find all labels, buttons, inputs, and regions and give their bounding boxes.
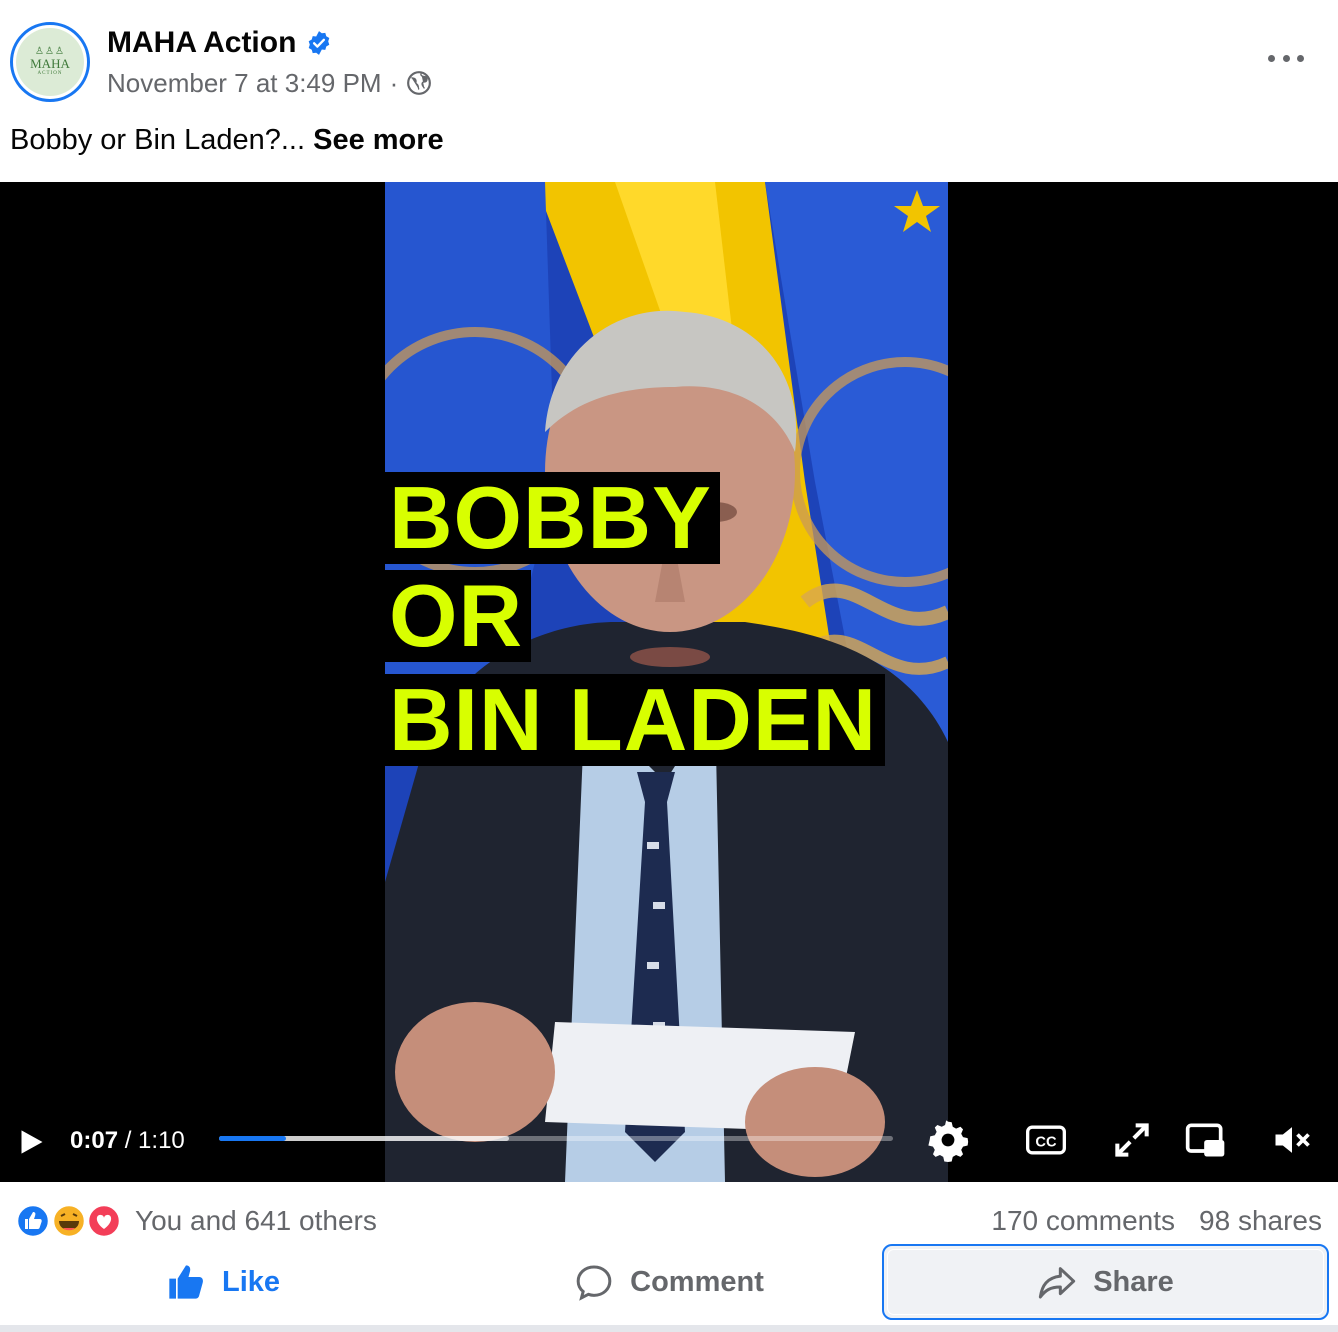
post-caption: Bobby or Bin Laden?... See more	[10, 124, 444, 156]
caption-text: Bobby or Bin Laden?...	[10, 124, 306, 156]
page-avatar[interactable]: ♙♙♙ MAHA ACTION	[10, 22, 90, 102]
haha-reaction-icon	[51, 1204, 87, 1238]
page-name-link[interactable]: MAHA Action	[107, 26, 296, 60]
comment-label: Comment	[630, 1265, 764, 1298]
reaction-summary[interactable]: You and 641 others	[135, 1204, 377, 1238]
logo-word: MAHA	[30, 56, 70, 71]
closed-captions-icon[interactable]: CC	[1024, 1118, 1068, 1162]
video-controls: 0:07 / 1:10 CC	[0, 1100, 1338, 1180]
meta-separator: ·	[389, 68, 399, 98]
like-label: Like	[221, 1265, 281, 1298]
like-reaction-icon	[15, 1204, 51, 1238]
overlay-line-3: BIN LADEN	[385, 674, 886, 766]
overlay-line-2: OR	[385, 570, 531, 662]
shares-count[interactable]: 98 shares	[1199, 1204, 1322, 1238]
reaction-icons[interactable]	[14, 1204, 124, 1238]
share-button[interactable]: Share	[882, 1244, 1329, 1320]
logo-subword: ACTION	[37, 71, 63, 76]
comment-icon	[576, 1265, 612, 1301]
muted-icon[interactable]	[1270, 1118, 1314, 1162]
bottom-divider	[0, 1325, 1338, 1332]
verified-badge-icon	[308, 31, 330, 55]
current-time: 0:07	[70, 1127, 119, 1154]
maha-logo: ♙♙♙ MAHA ACTION	[16, 28, 84, 96]
thumbs-up-icon	[169, 1265, 203, 1299]
play-icon[interactable]	[18, 1128, 46, 1156]
post-header: ♙♙♙ MAHA ACTION MAHA Action November 7 a…	[0, 0, 1338, 120]
engagement-counts: 170 comments 98 shares	[991, 1204, 1322, 1238]
comments-count[interactable]: 170 comments	[991, 1204, 1175, 1238]
settings-icon[interactable]	[926, 1118, 970, 1162]
post-meta: November 7 at 3:49 PM ·	[107, 68, 432, 98]
more-options-icon[interactable]	[1268, 46, 1304, 70]
progress-bar[interactable]	[219, 1136, 893, 1141]
fullscreen-icon[interactable]	[1110, 1118, 1154, 1162]
see-more-link[interactable]: See more	[313, 124, 444, 156]
share-label: Share	[1093, 1265, 1174, 1298]
love-reaction-icon	[86, 1204, 122, 1238]
overlay-line-1: BOBBY	[385, 472, 720, 564]
like-button[interactable]: Like	[0, 1244, 446, 1320]
post-actions: Like Comment Share	[0, 1244, 1338, 1322]
video-frame: BOBBY OR BIN LADEN	[385, 182, 948, 1182]
progress-played	[219, 1136, 287, 1141]
video-duration: / 1:10	[124, 1127, 185, 1154]
picture-in-picture-icon[interactable]	[1184, 1118, 1228, 1162]
svg-text:CC: CC	[1035, 1134, 1057, 1150]
engagement-stats: You and 641 others 170 comments 98 share…	[0, 1196, 1338, 1244]
post-timestamp[interactable]: November 7 at 3:49 PM	[107, 68, 382, 98]
video-time: 0:07 / 1:10	[70, 1126, 185, 1156]
globe-icon	[407, 71, 432, 95]
share-arrow-icon	[1039, 1267, 1076, 1299]
comment-button[interactable]: Comment	[446, 1244, 892, 1320]
video-player[interactable]: BOBBY OR BIN LADEN 0:07 / 1:10 CC	[0, 182, 1338, 1182]
